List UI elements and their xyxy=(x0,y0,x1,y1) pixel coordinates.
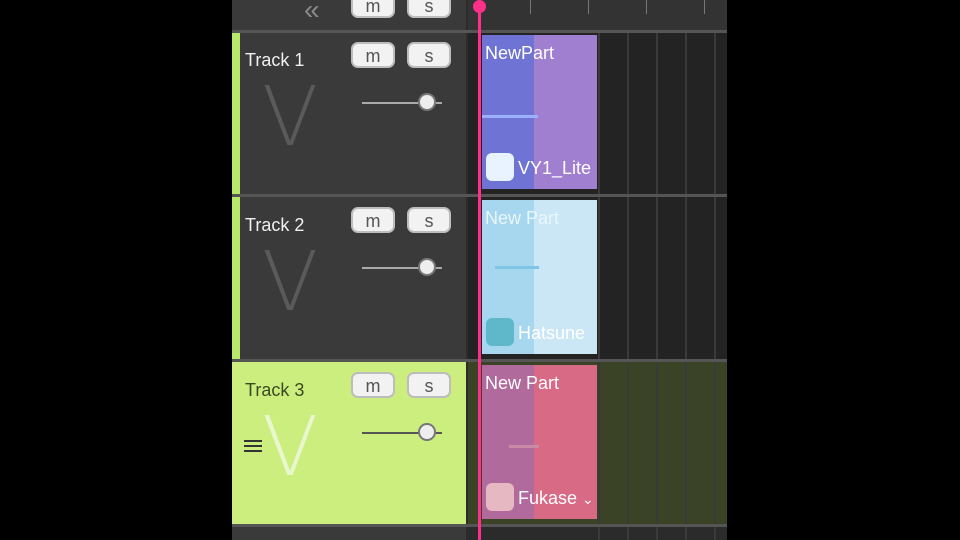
note-bar xyxy=(482,115,538,118)
part-title: NewPart xyxy=(485,43,555,63)
track-header-4[interactable] xyxy=(232,527,466,540)
ruler-tick xyxy=(646,0,647,14)
singer-name: Hatsune xyxy=(518,323,586,343)
ruler-tick xyxy=(530,0,531,14)
solo-button[interactable]: s xyxy=(407,42,451,68)
playhead-handle[interactable] xyxy=(473,0,486,13)
mute-button[interactable]: m xyxy=(351,207,395,233)
vocaloid-v-icon: V xyxy=(262,400,319,495)
singer-name: VY1_Lite xyxy=(518,158,592,178)
solo-button[interactable]: s xyxy=(407,207,451,233)
track-header-bar: « m s xyxy=(232,0,466,30)
volume-slider-knob[interactable] xyxy=(418,93,436,111)
solo-button[interactable]: s xyxy=(407,372,451,398)
track-header-2[interactable]: Track 2 V m s xyxy=(232,197,466,359)
singer-avatar xyxy=(486,318,514,346)
grid-line xyxy=(627,30,629,540)
track-header-3[interactable]: Track 3 V m s xyxy=(232,362,466,524)
grid-line xyxy=(598,30,600,540)
hamburger-icon[interactable] xyxy=(244,437,262,455)
volume-slider-knob[interactable] xyxy=(418,258,436,276)
track-name: Track 1 xyxy=(245,50,305,70)
timeline-ruler[interactable] xyxy=(468,0,727,30)
part-title: New Part xyxy=(485,208,560,228)
music-part[interactable]: NewPart VY1_Lite xyxy=(482,35,597,189)
track-color-strip xyxy=(232,32,240,194)
volume-slider-knob[interactable] xyxy=(418,423,436,441)
track-name: Track 3 xyxy=(245,380,305,400)
daw-panel: « m s Track 1 V m s Track 2 V m s Track … xyxy=(232,0,727,540)
music-part[interactable]: New Part Hatsune xyxy=(482,200,597,354)
part-title: New Part xyxy=(485,373,560,393)
singer-avatar xyxy=(486,483,514,511)
header-mute-button[interactable]: m xyxy=(351,0,395,18)
track-color-strip xyxy=(232,197,240,359)
grid-line xyxy=(656,30,658,540)
grid-line xyxy=(714,30,716,540)
vocaloid-v-icon: V xyxy=(262,235,319,330)
note-bar xyxy=(495,266,539,269)
arrangement-grid[interactable]: NewPart VY1_Lite New Part Hatsune New Pa… xyxy=(468,30,727,540)
playhead[interactable] xyxy=(478,0,481,540)
header-solo-button[interactable]: s xyxy=(407,0,451,18)
singer-name: Fukase ⌄ xyxy=(518,488,594,508)
collapse-icon[interactable]: « xyxy=(304,0,320,26)
vocaloid-v-icon: V xyxy=(262,70,319,165)
note-bar xyxy=(509,445,539,448)
ruler-tick xyxy=(704,0,705,14)
track-header-1[interactable]: Track 1 V m s xyxy=(232,32,466,194)
music-part[interactable]: New Part Fukase ⌄ xyxy=(482,365,597,519)
singer-avatar xyxy=(486,153,514,181)
mute-button[interactable]: m xyxy=(351,372,395,398)
track-name: Track 2 xyxy=(245,215,305,235)
grid-line xyxy=(685,30,687,540)
ruler-tick xyxy=(588,0,589,14)
mute-button[interactable]: m xyxy=(351,42,395,68)
